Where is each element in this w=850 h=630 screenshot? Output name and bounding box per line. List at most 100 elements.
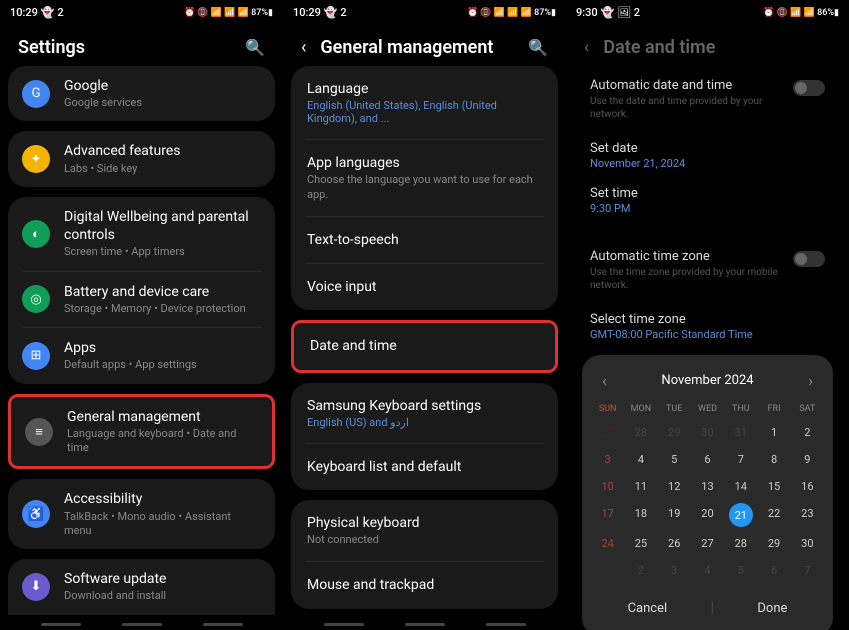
- gm-item[interactable]: Text-to-speech: [291, 217, 558, 263]
- cancel-button[interactable]: Cancel: [616, 597, 680, 620]
- cal-day[interactable]: 7: [725, 447, 756, 472]
- cal-day[interactable]: 20: [692, 501, 723, 529]
- status-right: ⏰ 📵 📶 📶 📶 87%▮: [467, 8, 556, 18]
- item-title: Accessibility: [64, 490, 261, 508]
- cal-day[interactable]: 2: [792, 420, 823, 445]
- cal-day[interactable]: 8: [758, 447, 789, 472]
- cal-day[interactable]: 18: [625, 501, 656, 529]
- gm-item[interactable]: Samsung Keyboard settingsEnglish (US) an…: [291, 383, 558, 443]
- cal-day[interactable]: 15: [758, 474, 789, 499]
- back-icon[interactable]: ‹: [301, 37, 306, 58]
- set-date-row[interactable]: Set date November 21, 2024: [574, 133, 841, 178]
- date-time-screen: 9:30 👻 🖼 2 ⏰ 📵 📶 📶 86%▮ ‹ Date and time …: [566, 0, 849, 630]
- cal-day[interactable]: 4: [692, 558, 723, 583]
- settings-group: ≡General managementLanguage and keyboard…: [8, 394, 275, 470]
- gm-item[interactable]: App languagesChoose the language you wan…: [291, 140, 558, 216]
- item-title: Physical keyboard: [307, 514, 542, 532]
- cal-day[interactable]: 7: [792, 558, 823, 583]
- cal-day[interactable]: 5: [725, 558, 756, 583]
- dt-content: Automatic date and time Use the date and…: [566, 66, 849, 630]
- nav-recent[interactable]: [324, 623, 364, 626]
- cal-day[interactable]: 6: [758, 558, 789, 583]
- set-time-row[interactable]: Set time 9:30 PM: [574, 178, 841, 223]
- gm-item[interactable]: Keyboard list and default: [291, 444, 558, 490]
- auto-tz-toggle[interactable]: [793, 251, 825, 267]
- auto-date-time-row[interactable]: Automatic date and time Use the date and…: [574, 66, 841, 133]
- cal-day[interactable]: 17: [592, 501, 623, 529]
- settings-item[interactable]: ⬇Software updateDownload and install: [8, 559, 275, 614]
- cal-day[interactable]: 2: [625, 558, 656, 583]
- cal-day[interactable]: 28: [625, 420, 656, 445]
- cal-day[interactable]: 4: [625, 447, 656, 472]
- gm-item[interactable]: Physical keyboardNot connected: [291, 500, 558, 561]
- cal-day[interactable]: 6: [692, 447, 723, 472]
- cal-day[interactable]: 27: [692, 531, 723, 556]
- search-icon[interactable]: 🔍: [528, 38, 548, 57]
- select-tz-row[interactable]: Select time zone GMT-08:00 Pacific Stand…: [574, 304, 841, 349]
- cal-day[interactable]: 29: [758, 531, 789, 556]
- nav-recent[interactable]: [41, 623, 81, 626]
- settings-item[interactable]: GGoogleGoogle services: [8, 66, 275, 121]
- settings-group: ◐Digital Wellbeing and parental controls…: [8, 197, 275, 384]
- nav-back[interactable]: [486, 623, 526, 626]
- status-right: ⏰ 📵 📶 📶 📶 87%▮: [184, 8, 273, 18]
- cal-day[interactable]: 31: [725, 420, 756, 445]
- cal-day[interactable]: 28: [725, 531, 756, 556]
- cal-day[interactable]: 30: [792, 531, 823, 556]
- nav-back[interactable]: [203, 623, 243, 626]
- cal-day[interactable]: 3: [659, 558, 690, 583]
- cal-day[interactable]: 26: [659, 531, 690, 556]
- gm-item[interactable]: Voice input: [291, 264, 558, 310]
- cal-day[interactable]: 1: [592, 558, 623, 583]
- nav-home[interactable]: [122, 623, 162, 626]
- auto-date-toggle[interactable]: [793, 80, 825, 96]
- gm-item[interactable]: Mouse and trackpad: [291, 562, 558, 608]
- cal-day[interactable]: 30: [692, 420, 723, 445]
- cal-day[interactable]: 11: [625, 474, 656, 499]
- done-button[interactable]: Done: [745, 597, 799, 620]
- item-title: App languages: [307, 154, 542, 172]
- cal-day[interactable]: 10: [592, 474, 623, 499]
- gm-item[interactable]: Date and time: [294, 323, 555, 369]
- cal-day[interactable]: 1: [758, 420, 789, 445]
- cal-dow: THU: [725, 400, 756, 418]
- cal-day[interactable]: 29: [659, 420, 690, 445]
- battery-icon: ◎: [22, 285, 50, 313]
- cal-dow: MON: [625, 400, 656, 418]
- digital-icon: ◐: [22, 220, 50, 248]
- set-time-label: Set time: [590, 186, 825, 201]
- cal-day[interactable]: 24: [592, 531, 623, 556]
- auto-tz-row[interactable]: Automatic time zone Use the time zone pr…: [574, 237, 841, 304]
- cal-day[interactable]: 9: [792, 447, 823, 472]
- cal-next-icon[interactable]: ›: [802, 371, 819, 390]
- gm-item[interactable]: LanguageEnglish (United States), English…: [291, 66, 558, 139]
- cal-day[interactable]: 22: [758, 501, 789, 529]
- settings-item[interactable]: ≡General managementLanguage and keyboard…: [11, 397, 272, 467]
- cal-day[interactable]: 3: [592, 447, 623, 472]
- cal-day[interactable]: 19: [659, 501, 690, 529]
- cal-day[interactable]: 21: [725, 501, 756, 529]
- cal-day[interactable]: 23: [792, 501, 823, 529]
- cal-day[interactable]: 5: [659, 447, 690, 472]
- date-picker: ‹ November 2024 › SUNMONTUEWEDTHUFRISAT2…: [582, 355, 833, 630]
- cal-day[interactable]: 16: [792, 474, 823, 499]
- settings-item[interactable]: ♿AccessibilityTalkBack • Mono audio • As…: [8, 479, 275, 549]
- cal-day[interactable]: 27: [592, 420, 623, 445]
- cal-prev-icon[interactable]: ‹: [596, 371, 613, 390]
- nav-home[interactable]: [405, 623, 445, 626]
- settings-item[interactable]: ⊞AppsDefault apps • App settings: [8, 328, 275, 383]
- search-icon[interactable]: 🔍: [245, 38, 265, 57]
- cal-day[interactable]: 14: [725, 474, 756, 499]
- select-tz-value: GMT-08:00 Pacific Standard Time: [590, 328, 825, 341]
- item-subtitle: Labs • Side key: [64, 162, 261, 176]
- cal-day[interactable]: 13: [692, 474, 723, 499]
- cal-day[interactable]: 12: [659, 474, 690, 499]
- cal-day[interactable]: 25: [625, 531, 656, 556]
- status-bar: 10:29 👻 2 ⏰ 📵 📶 📶 📶 87%▮: [283, 0, 566, 25]
- software-icon: ⬇: [22, 573, 50, 601]
- nav-bar: [0, 615, 283, 630]
- settings-item[interactable]: ✦Advanced featuresLabs • Side key: [8, 131, 275, 186]
- back-icon[interactable]: ‹: [584, 37, 589, 58]
- settings-item[interactable]: ◐Digital Wellbeing and parental controls…: [8, 197, 275, 271]
- settings-item[interactable]: ◎Battery and device careStorage • Memory…: [8, 272, 275, 327]
